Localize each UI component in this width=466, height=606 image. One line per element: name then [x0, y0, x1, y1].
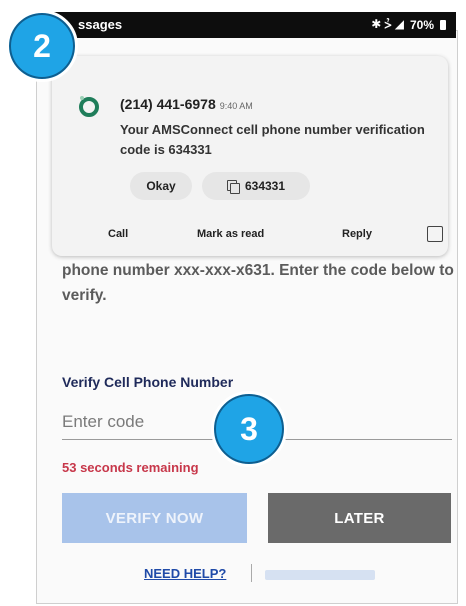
link-divider: [251, 564, 252, 582]
later-button[interactable]: LATER: [268, 493, 451, 543]
status-bar: ssages ✱ ⩼ ◢ 70%: [36, 12, 456, 38]
need-help-link[interactable]: NEED HELP?: [144, 566, 226, 581]
status-icons: ✱ ⩼ ◢ 70%: [371, 17, 446, 32]
copy-icon: [226, 180, 240, 194]
battery-level: 70%: [409, 17, 434, 32]
call-action[interactable]: Call: [108, 228, 128, 240]
status-app-name: ssages: [78, 17, 123, 32]
countdown-text: 53 seconds remaining: [62, 460, 199, 475]
messages-app-icon: [79, 96, 99, 117]
mark-as-read-action[interactable]: Mark as read: [197, 228, 264, 240]
instructions-text: phone number xxx-xxx-x631. Enter the cod…: [62, 262, 454, 304]
okay-button[interactable]: Okay: [130, 172, 192, 200]
step-badge-3: 3: [211, 391, 287, 467]
open-external-icon[interactable]: [427, 226, 443, 242]
verify-now-button[interactable]: VERIFY NOW: [62, 493, 247, 543]
step-badge-2: 2: [6, 10, 78, 82]
copy-code-label: 634331: [244, 179, 286, 193]
signal-icons: ✱ ⩼ ◢: [371, 17, 404, 31]
verify-phone-heading: Verify Cell Phone Number: [62, 374, 234, 390]
notification-time: 9:40 AM: [219, 101, 253, 111]
notification-body: Your AMSConnect cell phone number verifi…: [120, 122, 425, 157]
battery-icon: [440, 19, 446, 30]
faded-link[interactable]: [265, 570, 375, 580]
sender-number: (214) 441-6978: [120, 96, 216, 112]
reply-action[interactable]: Reply: [342, 228, 372, 240]
copy-code-button[interactable]: 634331: [202, 172, 310, 200]
sms-notification[interactable]: (214) 441-6978 9:40 AM Your AMSConnect ce…: [52, 56, 448, 256]
notification-sender: (214) 441-6978 9:40 AM: [120, 96, 253, 112]
